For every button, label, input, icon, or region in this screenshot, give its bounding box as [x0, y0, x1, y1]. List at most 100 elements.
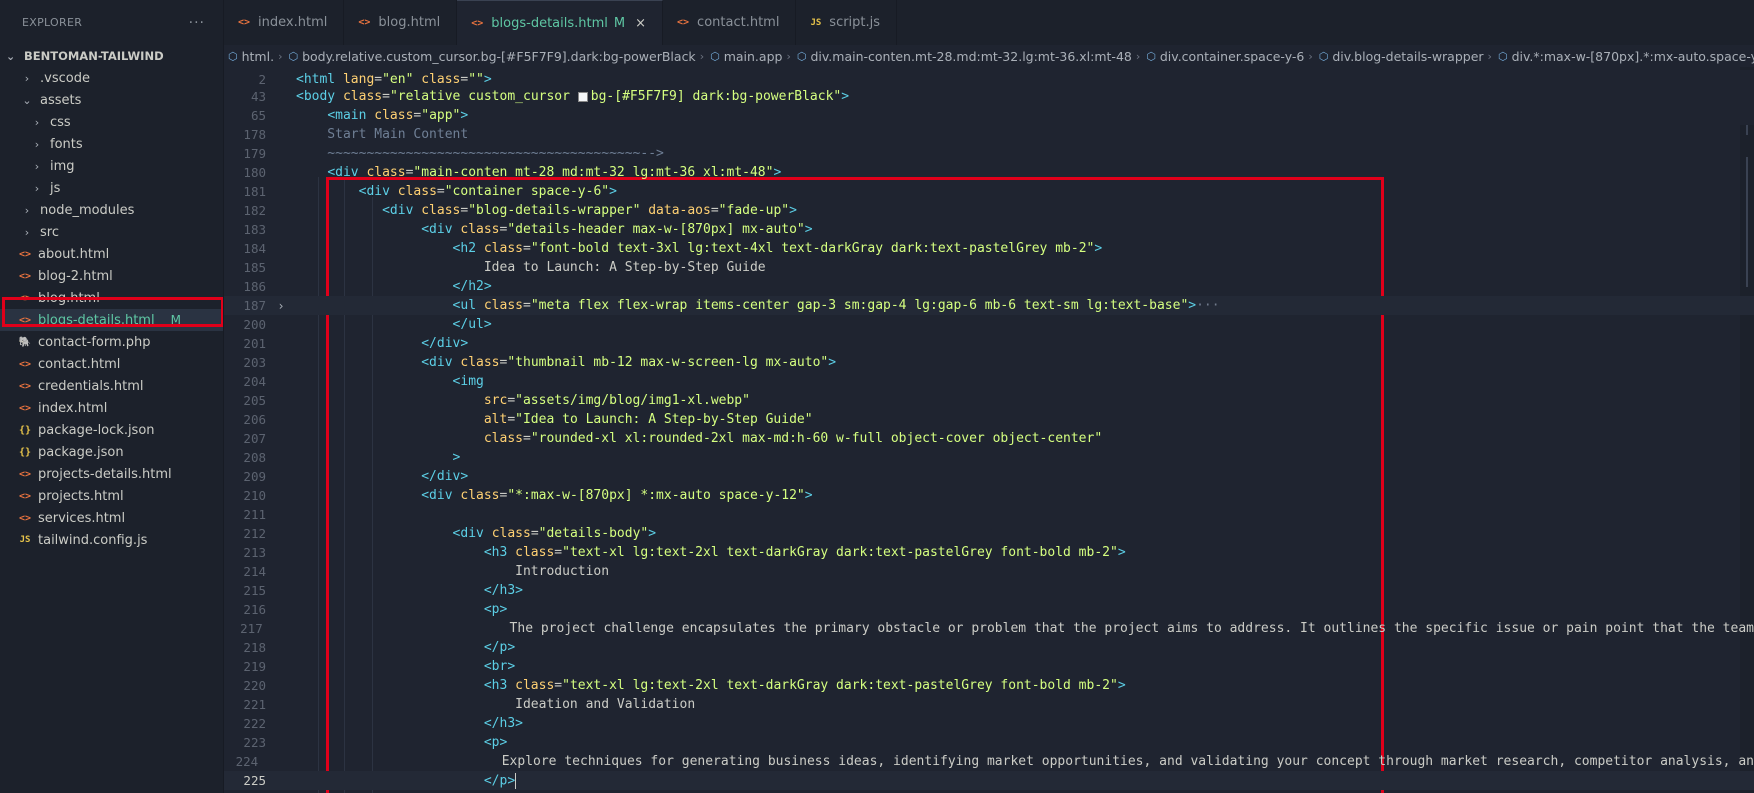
tab-blogs-details-html[interactable]: <> blogs-details.html M ×	[457, 0, 663, 45]
code-line[interactable]: 212 <div class="details-body">	[224, 524, 1754, 543]
tab-index-html[interactable]: <> index.html	[224, 0, 345, 45]
code-line[interactable]: 65 <main class="app">	[224, 106, 1754, 125]
html-file-icon: <>	[18, 490, 32, 502]
tree-item-contact-form-php[interactable]: 🐘 contact-form.php	[0, 331, 223, 353]
tree-item-node-modules[interactable]: › node_modules	[0, 199, 223, 221]
code-token: "text-xl lg:text-2xl text-darkGray dark:…	[562, 545, 1118, 560]
code-line[interactable]: 216 <p>	[224, 600, 1754, 619]
tree-item-projects-html[interactable]: <> projects.html	[0, 485, 223, 507]
code-line[interactable]: 220 <h3 class="text-xl lg:text-2xl text-…	[224, 676, 1754, 695]
tree-item-blog-2-html[interactable]: <> blog-2.html	[0, 265, 223, 287]
line-number: 213	[243, 545, 266, 560]
breadcrumb-item[interactable]: ⬡ body.relative.custom_cursor.bg-[#F5F7F9…	[286, 49, 708, 64]
html-file-icon: <>	[677, 17, 690, 28]
breadcrumb-item[interactable]: ⬡ main.app ›	[708, 49, 795, 64]
code-line[interactable]: 218 </p>	[224, 638, 1754, 657]
code-line[interactable]: 213 <h3 class="text-xl lg:text-2xl text-…	[224, 543, 1754, 562]
code-line[interactable]: 215 </h3>	[224, 581, 1754, 600]
breadcrumb-item[interactable]: ⬡ html. ›	[226, 49, 286, 64]
code-line[interactable]: 219 <br>	[224, 657, 1754, 676]
tree-item-projects-details-html[interactable]: <> projects-details.html	[0, 463, 223, 485]
code-token: class	[460, 355, 500, 370]
code-editor[interactable]: 2 <html lang="en" class=""> 43 <body class=…	[224, 67, 1754, 793]
code-line[interactable]: 205 src="assets/img/blog/img1-xl.webp"	[224, 391, 1754, 410]
code-text: Introduction	[296, 564, 609, 579]
line-number: 217	[240, 621, 263, 636]
code-line[interactable]: 43 <body class="relative custom_cursor bg…	[224, 87, 1754, 106]
breadcrumb-label: div.*:max-w-[870px].*:mx-auto.space-y-12	[1511, 48, 1754, 64]
code-line[interactable]: 200 </ul>	[224, 315, 1754, 334]
element-icon: ⬡	[796, 49, 807, 63]
tree-item-label: tailwind.config.js	[38, 532, 148, 548]
tree-item-services-html[interactable]: <> services.html	[0, 507, 223, 529]
line-number: 187	[243, 298, 266, 313]
code-line[interactable]: 217 The project challenge encapsulates t…	[224, 619, 1754, 638]
line-number: 2	[258, 72, 266, 87]
code-line[interactable]: 185 Idea to Launch: A Step-by-Step Guide	[224, 258, 1754, 277]
code-text: </div>	[296, 469, 468, 484]
code-line[interactable]: 183 <div class="details-header max-w-[87…	[224, 220, 1754, 239]
tab-script-js[interactable]: JS script.js	[796, 0, 898, 45]
code-line[interactable]: 211	[224, 505, 1754, 524]
code-line[interactable]: 206 alt="Idea to Launch: A Step-by-Step …	[224, 410, 1754, 429]
code-line[interactable]: 201 </div>	[224, 334, 1754, 353]
fold-chevron-icon[interactable]: ›	[266, 299, 296, 313]
code-line[interactable]: 187 › <ul class="meta flex flex-wrap item…	[224, 296, 1754, 315]
code-line[interactable]: 179 ~~~~~~~~~~~~~~~~~~~~~~~~~~~~~~~~~~~~…	[224, 144, 1754, 163]
code-line[interactable]: 214 Introduction	[224, 562, 1754, 581]
code-line[interactable]: 186 </h2>	[224, 277, 1754, 296]
code-line[interactable]: 178 Start Main Content	[224, 125, 1754, 144]
tree-item-src[interactable]: › src	[0, 221, 223, 243]
tree-item--vscode[interactable]: › .vscode	[0, 67, 223, 89]
breadcrumb-item[interactable]: ⬡ div.container.space-y-6 ›	[1144, 49, 1316, 64]
code-token: <div	[327, 165, 367, 180]
tree-item-label: blog.html	[38, 290, 100, 306]
tree-item-blog-html[interactable]: <> blog.html	[0, 287, 223, 309]
code-line[interactable]: 203 <div class="thumbnail mb-12 max-w-sc…	[224, 353, 1754, 372]
tree-item-js[interactable]: › js	[0, 177, 223, 199]
tree-item-about-html[interactable]: <> about.html	[0, 243, 223, 265]
breadcrumb-item[interactable]: ⬡ div.main-conten.mt-28.md:mt-32.lg:mt-36…	[795, 49, 1144, 64]
tree-item-label: css	[50, 114, 71, 130]
code-line[interactable]: 204 <img	[224, 372, 1754, 391]
code-line[interactable]: 207 class="rounded-xl xl:rounded-2xl max…	[224, 429, 1754, 448]
tree-item-index-html[interactable]: <> index.html	[0, 397, 223, 419]
code-line[interactable]: 208 >	[224, 448, 1754, 467]
tab-blog-html[interactable]: <> blog.html	[344, 0, 458, 45]
code-line[interactable]: 210 <div class="*:max-w-[870px] *:mx-aut…	[224, 486, 1754, 505]
tree-item-assets[interactable]: ⌄ assets	[0, 89, 223, 111]
tree-item-credentials-html[interactable]: <> credentials.html	[0, 375, 223, 397]
code-line[interactable]: 221 Ideation and Validation	[224, 695, 1754, 714]
code-line[interactable]: 184 <h2 class="font-bold text-3xl lg:tex…	[224, 239, 1754, 258]
tree-item-contact-html[interactable]: <> contact.html	[0, 353, 223, 375]
tree-item-img[interactable]: › img	[0, 155, 223, 177]
tree-item-package-json[interactable]: {} package.json	[0, 441, 223, 463]
close-icon[interactable]: ×	[635, 16, 646, 31]
code-line[interactable]: 209 </div>	[224, 467, 1754, 486]
breadcrumb-item[interactable]: ⬡ div.blog-details-wrapper ›	[1317, 49, 1496, 64]
tree-item-blogs-details-html[interactable]: <> blogs-details.html M	[0, 309, 223, 331]
more-actions-icon[interactable]: ···	[189, 15, 205, 31]
code-line[interactable]: 224 Explore techniques for generating bu…	[224, 752, 1754, 771]
workspace-root-folder[interactable]: ⌄ BENTOMAN-TAILWIND	[0, 45, 223, 67]
code-line[interactable]: 222 </h3>	[224, 714, 1754, 733]
workspace-root-label: BENTOMAN-TAILWIND	[24, 49, 164, 63]
tree-item-css[interactable]: › css	[0, 111, 223, 133]
code-token: <div	[358, 184, 398, 199]
code-line[interactable]: 182 <div class = "blog-details-wrapper" da…	[224, 201, 1754, 220]
code-line[interactable]: 180 <div class="main-conten mt-28 md:mt-…	[224, 163, 1754, 182]
code-line[interactable]: 223 <p>	[224, 733, 1754, 752]
code-line[interactable]: 181 <div class="container space-y-6">	[224, 182, 1754, 201]
tree-item-package-lock-json[interactable]: {} package-lock.json	[0, 419, 223, 441]
color-swatch	[577, 91, 588, 102]
tab-contact-html[interactable]: <> contact.html	[663, 0, 797, 45]
line-number: 204	[243, 374, 266, 389]
code-text: <div class="container space-y-6">	[296, 184, 617, 199]
code-text: <div class="details-body">	[296, 526, 657, 541]
breadcrumb-item[interactable]: ⬡ div.*:max-w-[870px].*:mx-auto.space-y-1…	[1496, 49, 1754, 64]
tree-item-fonts[interactable]: › fonts	[0, 133, 223, 155]
code-line[interactable]: 225 </p>	[224, 771, 1754, 790]
tree-item-tailwind-config-js[interactable]: JS tailwind.config.js	[0, 529, 223, 551]
